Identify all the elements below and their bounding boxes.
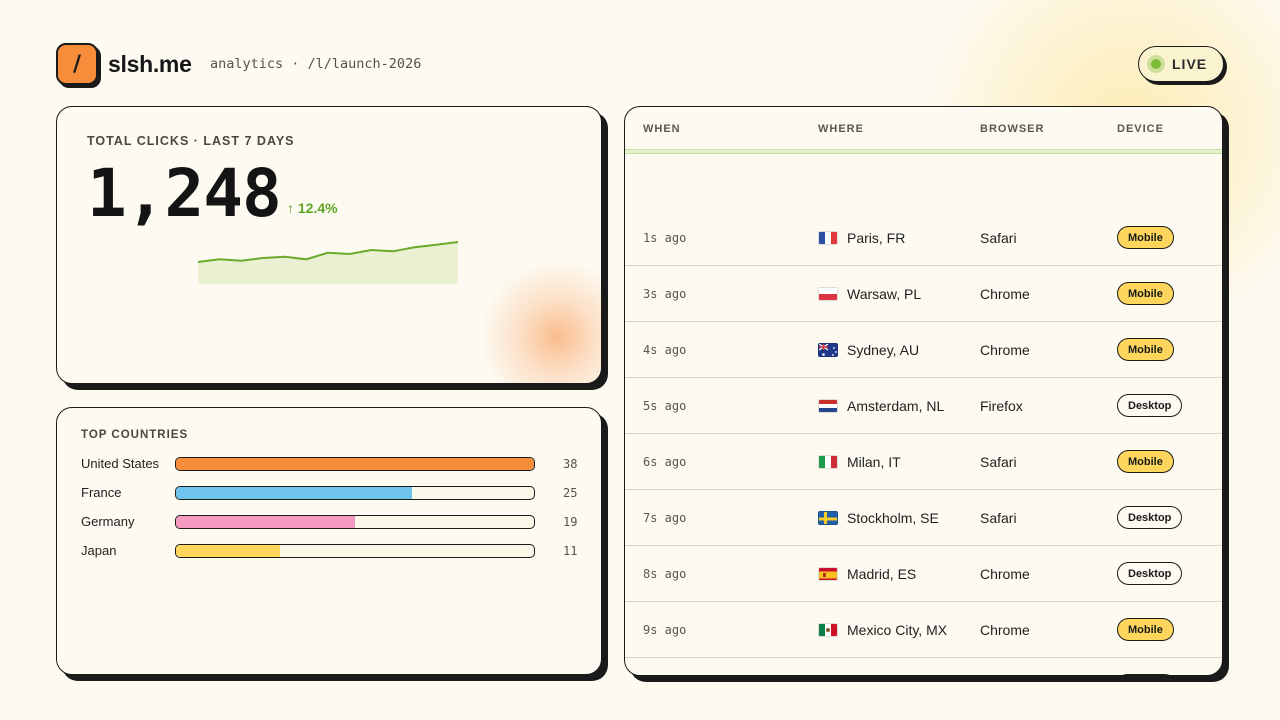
column-device[interactable]: DEVICE <box>1117 123 1164 135</box>
row-when: 5s ago <box>643 399 687 413</box>
device-pill[interactable]: Desktop <box>1117 506 1183 529</box>
device-pill[interactable]: Mobile <box>1117 338 1174 361</box>
column-when[interactable]: WHEN <box>643 123 681 135</box>
live-dot-icon <box>1151 59 1161 69</box>
decorative-glow <box>477 257 601 383</box>
device-pill[interactable]: Desktop <box>1117 394 1183 417</box>
row-when: 7s ago <box>643 511 687 525</box>
country-bar-fill <box>176 458 534 470</box>
column-browser[interactable]: BROWSER <box>980 123 1044 135</box>
se-flag-icon <box>818 511 838 525</box>
feed-row[interactable]: 8s ago Madrid, ES Chrome Desktop <box>625 546 1222 602</box>
row-browser: Chrome <box>980 622 1030 638</box>
row-browser: Chrome <box>980 566 1030 582</box>
row-browser: Chrome <box>980 342 1030 358</box>
row-when: 9s ago <box>643 623 687 637</box>
feed-row[interactable]: 3s ago Warsaw, PL Chrome Mobile <box>625 266 1222 322</box>
live-label: LIVE <box>1172 56 1208 72</box>
row-where: Milan, IT <box>847 454 901 470</box>
device-pill[interactable]: Mobile <box>1117 282 1174 305</box>
row-browser: Firefox <box>980 398 1023 414</box>
country-count: 25 <box>563 486 578 500</box>
device-pill[interactable]: Mobile <box>1117 450 1174 473</box>
clicks-sparkline <box>197 241 459 284</box>
au-flag-icon <box>818 343 838 357</box>
feed-row[interactable]: 4s ago Sydney, AU Chrome Mobile <box>625 322 1222 378</box>
country-name: United States <box>81 456 160 471</box>
country-name: Japan <box>81 543 117 558</box>
it-flag-icon <box>818 455 838 469</box>
row-where: Amsterdam, NL <box>847 398 945 414</box>
top-countries-card: TOP COUNTRIES United States 38 France 25 Ger… <box>56 407 602 675</box>
mx-flag-icon <box>818 623 838 637</box>
row-browser: Safari <box>980 230 1017 246</box>
country-bar-track <box>175 457 535 471</box>
row-browser: Chrome <box>980 286 1030 302</box>
row-when: 6s ago <box>643 455 687 469</box>
feed-row[interactable]: 5s ago Amsterdam, NL Firefox Desktop <box>625 378 1222 434</box>
row-when: 8s ago <box>643 567 687 581</box>
country-row[interactable]: United States 38 <box>81 456 581 472</box>
feed-row[interactable]: 1s ago Paris, FR Safari Mobile <box>625 210 1222 266</box>
feed-header: WHEN WHERE BROWSER DEVICE <box>625 107 1222 149</box>
row-where: Paris, FR <box>847 230 906 246</box>
row-where: Sydney, AU <box>847 342 920 358</box>
row-browser: Safari <box>980 510 1017 526</box>
row-where: Stockholm, SE <box>847 510 939 526</box>
brand-name[interactable]: slsh.me <box>108 51 192 78</box>
row-when: 3s ago <box>643 287 687 301</box>
feed-row[interactable]: 9s ago Mexico City, MX Chrome Mobile <box>625 602 1222 658</box>
country-count: 19 <box>563 515 578 529</box>
clicks-delta: ↑ 12.4% <box>287 200 338 216</box>
device-pill[interactable]: Mobile <box>1117 226 1174 249</box>
partial-row-pill <box>1117 674 1175 675</box>
column-where[interactable]: WHERE <box>818 123 864 135</box>
pl-flag-icon <box>818 287 838 301</box>
row-browser: Safari <box>980 454 1017 470</box>
country-bar-fill <box>176 516 355 528</box>
es-flag-icon <box>818 567 838 581</box>
app-header: / slsh.me analytics · /l/launch-2026 LIV… <box>56 43 1224 87</box>
breadcrumb: analytics · /l/launch-2026 <box>210 56 422 72</box>
feed-row[interactable]: 6s ago Milan, IT Safari Mobile <box>625 434 1222 490</box>
country-row[interactable]: Germany 19 <box>81 514 581 530</box>
new-click-indicator <box>625 149 1222 154</box>
logo-icon[interactable]: / <box>56 43 98 85</box>
country-bar-track <box>175 515 535 529</box>
country-count: 11 <box>563 544 578 558</box>
country-bar-fill <box>176 487 412 499</box>
total-clicks-card: TOTAL CLICKS · LAST 7 DAYS 1,248 ↑ 12.4% <box>56 106 602 384</box>
total-clicks-value: 1,248 <box>87 155 282 232</box>
sparkline-area <box>198 242 458 284</box>
device-pill[interactable]: Mobile <box>1117 618 1174 641</box>
country-name: Germany <box>81 514 135 529</box>
country-row[interactable]: Japan 11 <box>81 543 581 559</box>
row-when: 1s ago <box>643 231 687 245</box>
clicks-kicker: TOTAL CLICKS · LAST 7 DAYS <box>87 134 295 148</box>
row-where: Warsaw, PL <box>847 286 922 302</box>
country-bar-fill <box>176 545 280 557</box>
row-when: 4s ago <box>643 343 687 357</box>
country-bar-track <box>175 486 535 500</box>
live-feed-card: WHEN WHERE BROWSER DEVICE 1s ago Paris, F… <box>624 106 1223 676</box>
feed-row[interactable]: 7s ago Stockholm, SE Safari Desktop <box>625 490 1222 546</box>
row-where: Madrid, ES <box>847 566 917 582</box>
live-badge[interactable]: LIVE <box>1138 46 1224 82</box>
country-count: 38 <box>563 457 578 471</box>
fr-flag-icon <box>818 231 838 245</box>
row-where: Mexico City, MX <box>847 622 948 638</box>
country-name: France <box>81 485 122 500</box>
device-pill[interactable]: Desktop <box>1117 562 1183 585</box>
country-bar-track <box>175 544 535 558</box>
countries-title: TOP COUNTRIES <box>81 429 189 441</box>
country-row[interactable]: France 25 <box>81 485 581 501</box>
nl-flag-icon <box>818 399 838 413</box>
